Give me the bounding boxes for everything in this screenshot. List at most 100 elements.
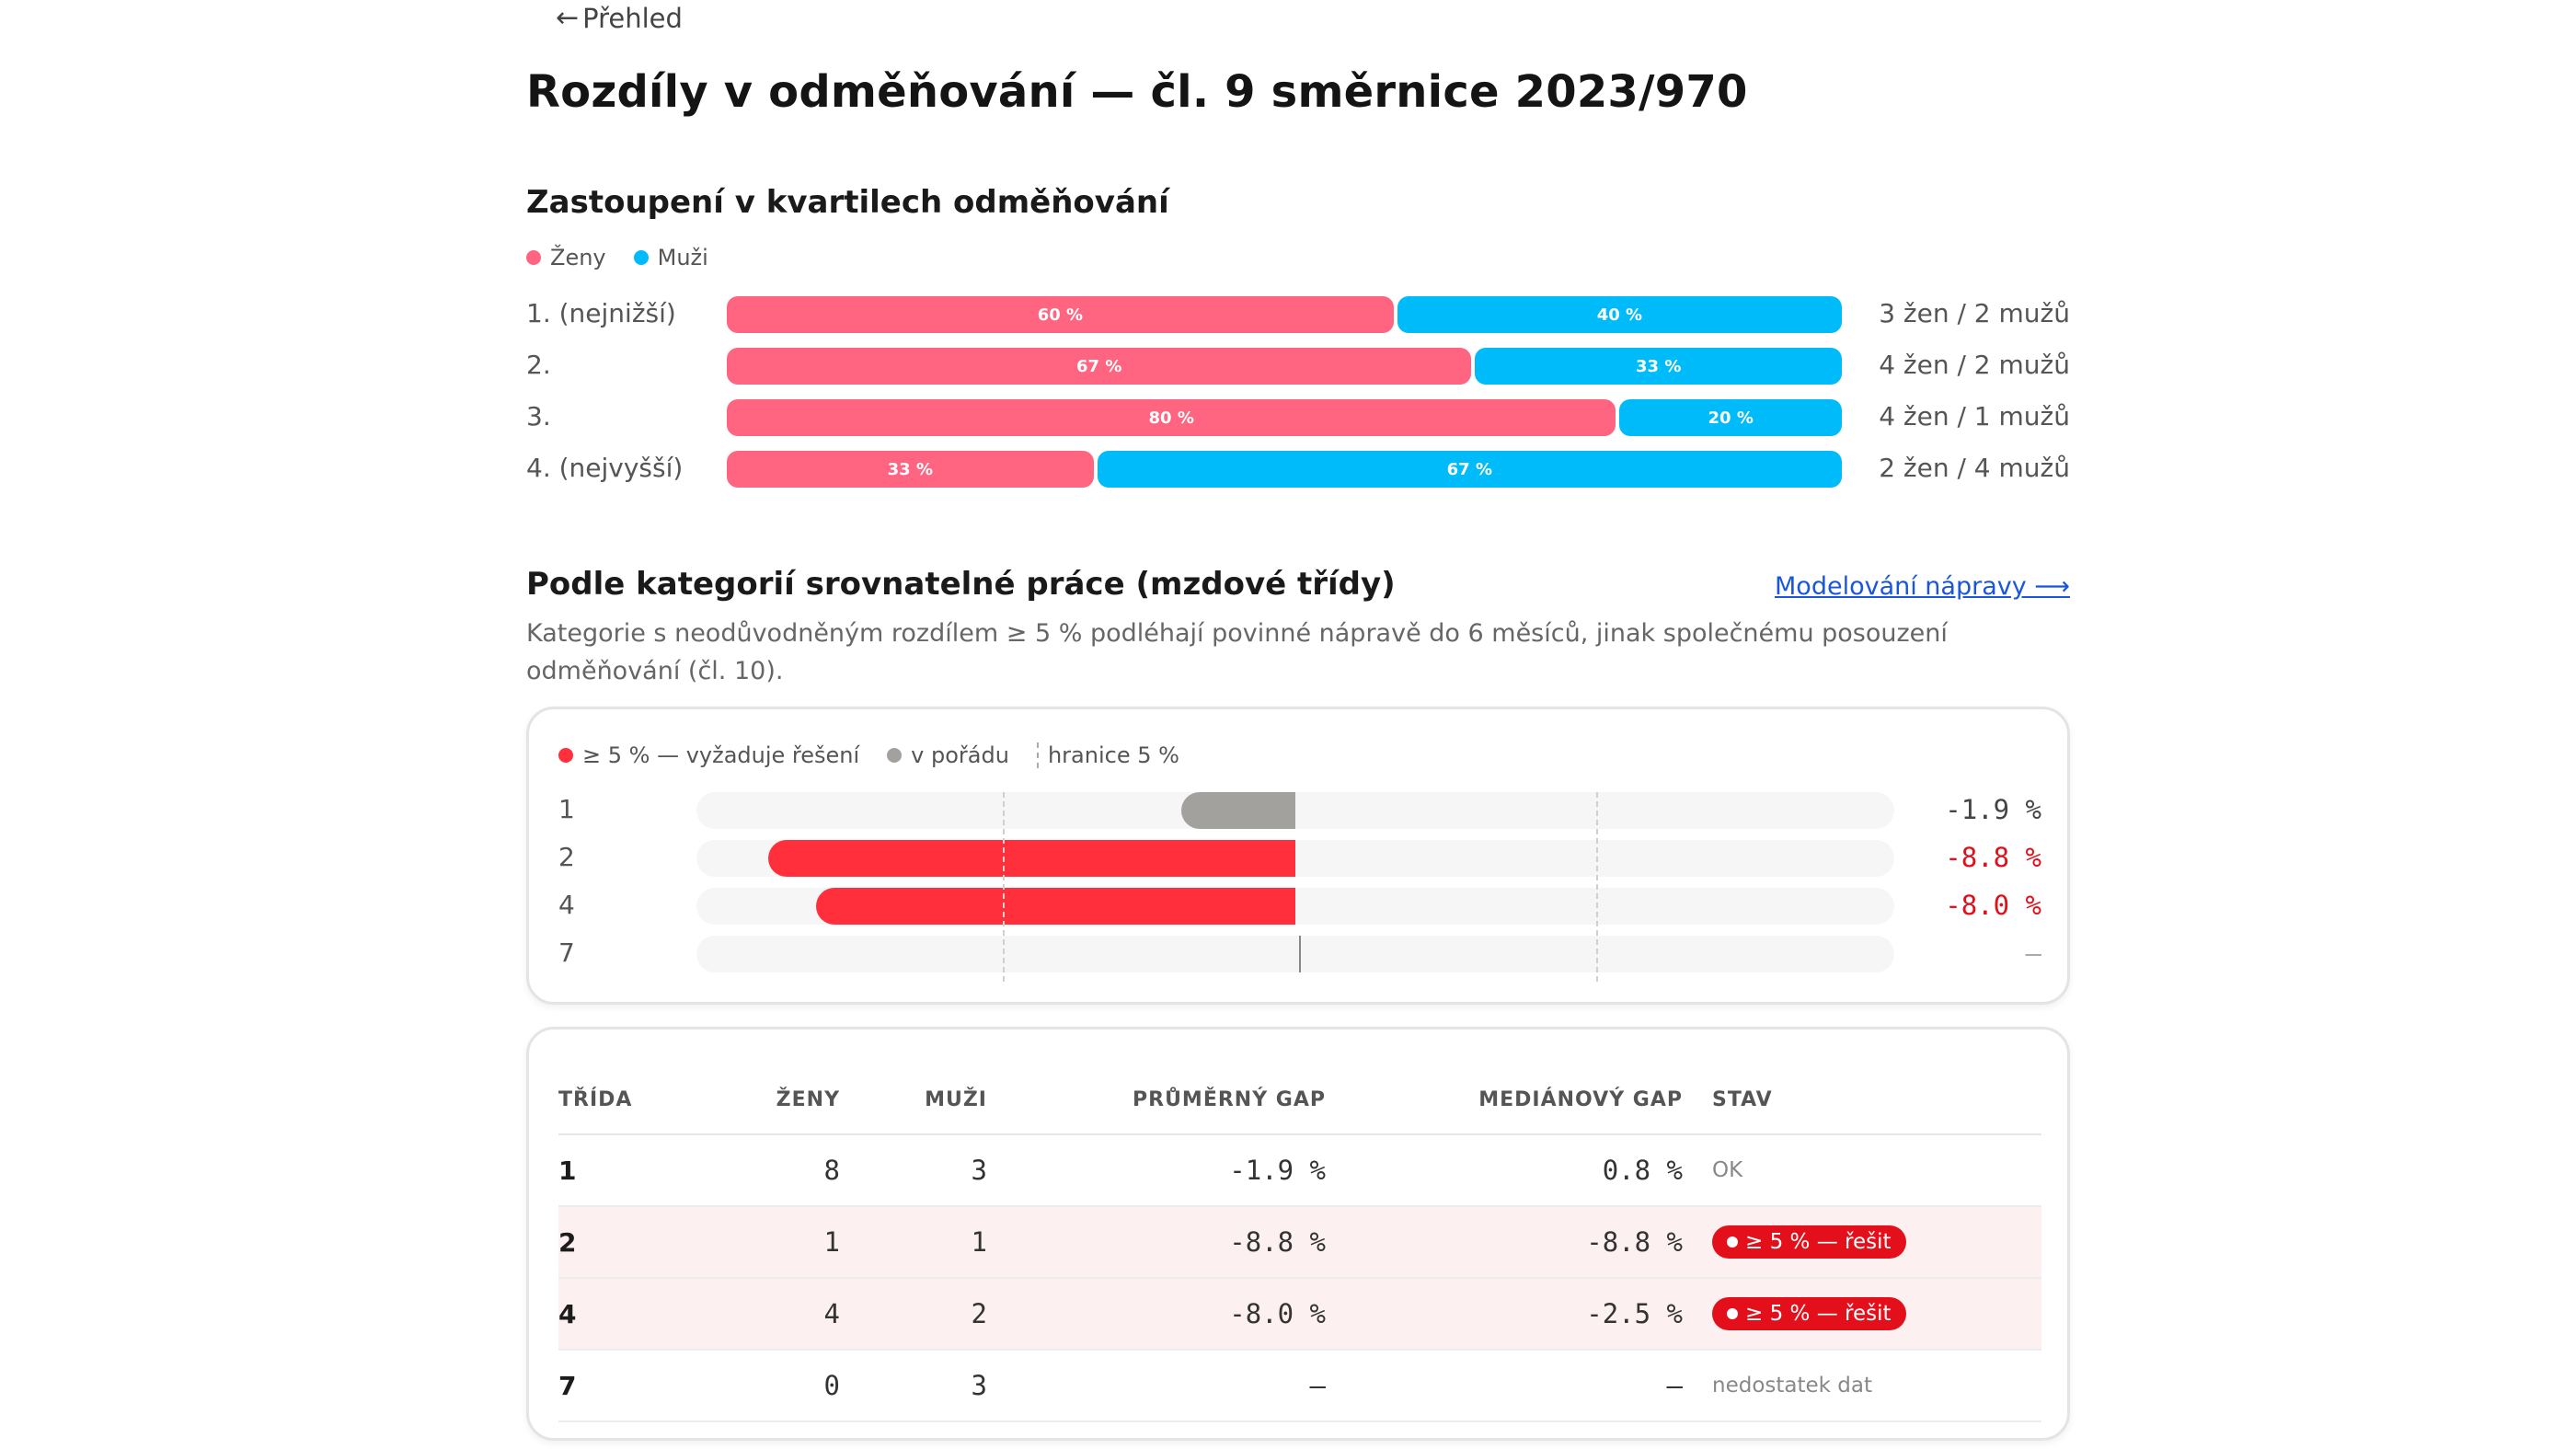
cell-men: 1 xyxy=(840,1206,987,1279)
quartile-row: 2. 67 % 33 % 4 žen / 2 mužů xyxy=(526,348,2070,385)
grey-dot-icon xyxy=(887,748,903,763)
quartile-count: 2 žen / 4 mužů xyxy=(1879,453,2070,483)
legend-over-label: ≥ 5 % — vyžaduje řešení xyxy=(582,742,860,768)
table-header-row: TŘÍDA ŽENY MUŽI PRŮMĚRNÝ GAP MEDIÁNOVÝ G… xyxy=(558,1066,2041,1135)
legend-ok: v pořádu xyxy=(887,742,1009,768)
col-median-gap: MEDIÁNOVÝ GAP xyxy=(1326,1066,1683,1135)
cell-women: 8 xyxy=(687,1134,840,1207)
gap-bar xyxy=(1181,792,1295,829)
legend-women-label: Ženy xyxy=(550,245,606,270)
quartile-count: 3 žen / 2 mužů xyxy=(1879,298,2070,328)
gap-table: TŘÍDA ŽENY MUŽI PRŮMĚRNÝ GAP MEDIÁNOVÝ G… xyxy=(558,1066,2041,1422)
quartile-row: 3. 80 % 20 % 4 žen / 1 mužů xyxy=(526,399,2070,436)
gap-value: — xyxy=(2025,937,2041,969)
gap-category: 1 xyxy=(558,794,575,824)
quartile-label: 1. (nejnižší) xyxy=(526,298,676,328)
gap-row: 1 -1.9 % xyxy=(558,792,2041,829)
cell-status: OK xyxy=(1683,1134,2041,1207)
legend-threshold-label: hranice 5 % xyxy=(1047,742,1179,768)
table-row: 4 4 2 -8.0 % -2.5 % ≥ 5 % — řešit xyxy=(558,1278,2041,1351)
legend-over: ≥ 5 % — vyžaduje řešení xyxy=(558,742,859,768)
table-row: 7 0 3 — — nedostatek dat xyxy=(558,1350,2041,1422)
back-link-label: Přehled xyxy=(582,2,683,34)
status-badge: ≥ 5 % — řešit xyxy=(1712,1297,1906,1330)
status-badge-label: ≥ 5 % — řešit xyxy=(1745,1230,1892,1254)
gap-category: 7 xyxy=(558,937,575,968)
women-segment: 67 % xyxy=(727,348,1472,385)
quartile-bar: 80 % 20 % xyxy=(727,399,1842,436)
gap-value: -8.8 % xyxy=(1945,842,2041,873)
threshold-line-positive xyxy=(1596,792,1598,982)
cell-class: 2 xyxy=(558,1206,687,1279)
cell-men: 2 xyxy=(840,1278,987,1351)
gap-value: -8.0 % xyxy=(1945,890,2041,921)
gap-track xyxy=(696,888,1894,925)
cell-mean-gap: -8.8 % xyxy=(987,1206,1326,1279)
quartile-label: 4. (nejvyšší) xyxy=(526,453,684,483)
women-dot-icon xyxy=(526,250,541,265)
dashed-line-icon xyxy=(1036,742,1039,768)
legend-threshold: hranice 5 % xyxy=(1036,742,1179,768)
col-class: TŘÍDA xyxy=(558,1066,687,1135)
remediation-modeling-link[interactable]: Modelování nápravy ⟶ xyxy=(1775,572,2070,601)
cell-mean-gap: -8.0 % xyxy=(987,1278,1326,1351)
quartile-label: 3. xyxy=(526,401,551,431)
men-dot-icon xyxy=(633,250,649,265)
gap-track xyxy=(696,792,1894,829)
gap-track xyxy=(696,936,1894,972)
cell-status: nedostatek dat xyxy=(1683,1350,2041,1422)
status-badge: ≥ 5 % — řešit xyxy=(1712,1225,1906,1259)
arrow-left-icon: ← xyxy=(556,2,580,34)
col-status: STAV xyxy=(1683,1066,2041,1135)
col-women: ŽENY xyxy=(687,1066,840,1135)
cell-women: 4 xyxy=(687,1278,840,1351)
page-title: Rozdíly v odměňování — čl. 9 směrnice 20… xyxy=(526,66,1748,118)
cell-status: ≥ 5 % — řešit xyxy=(1683,1206,2041,1279)
gap-chart-card: ≥ 5 % — vyžaduje řešení v pořádu hranice… xyxy=(526,707,2070,1005)
quartiles-heading: Zastoupení v kvartilech odměňování xyxy=(526,184,1169,221)
legend-ok-label: v pořádu xyxy=(911,742,1009,768)
back-link[interactable]: ← Přehled xyxy=(556,2,683,34)
zero-line xyxy=(1299,936,1301,972)
cell-class: 7 xyxy=(558,1350,687,1422)
red-dot-icon xyxy=(558,748,573,763)
gap-value: -1.9 % xyxy=(1945,794,2041,825)
legend-men-label: Muži xyxy=(657,245,708,270)
cell-men: 3 xyxy=(840,1350,987,1422)
men-segment: 40 % xyxy=(1397,296,1842,333)
gap-table-card: TŘÍDA ŽENY MUŽI PRŮMĚRNÝ GAP MEDIÁNOVÝ G… xyxy=(526,1027,2070,1441)
men-segment: 20 % xyxy=(1619,399,1842,436)
quartile-count: 4 žen / 2 mužů xyxy=(1879,350,2070,380)
cell-class: 4 xyxy=(558,1278,687,1351)
categories-heading: Podle kategorií srovnatelné práce (mzdov… xyxy=(526,566,1396,603)
cell-men: 3 xyxy=(840,1134,987,1207)
alert-dot-icon xyxy=(1727,1308,1738,1319)
gap-track xyxy=(696,840,1894,877)
men-segment: 67 % xyxy=(1097,451,1842,488)
legend-men: Muži xyxy=(633,245,708,270)
quartile-bar: 67 % 33 % xyxy=(727,348,1842,385)
table-row: 1 8 3 -1.9 % 0.8 % OK xyxy=(558,1134,2041,1207)
categories-description: Kategorie s neodůvodněným rozdílem ≥ 5 %… xyxy=(526,619,1948,685)
status-text: OK xyxy=(1712,1158,1743,1182)
cell-median-gap: — xyxy=(1326,1350,1683,1422)
cell-women: 1 xyxy=(687,1206,840,1279)
men-segment: 33 % xyxy=(1475,348,1842,385)
cell-women: 0 xyxy=(687,1350,840,1422)
cell-median-gap: -2.5 % xyxy=(1326,1278,1683,1351)
threshold-line-negative xyxy=(1003,792,1005,982)
women-segment: 80 % xyxy=(727,399,1616,436)
legend-women: Ženy xyxy=(526,245,606,270)
col-mean-gap: PRŮMĚRNÝ GAP xyxy=(987,1066,1326,1135)
women-segment: 33 % xyxy=(727,451,1094,488)
quartile-bar: 60 % 40 % xyxy=(727,296,1842,333)
cell-status: ≥ 5 % — řešit xyxy=(1683,1278,2041,1351)
cell-mean-gap: -1.9 % xyxy=(987,1134,1326,1207)
col-men: MUŽI xyxy=(840,1066,987,1135)
cell-median-gap: -8.8 % xyxy=(1326,1206,1683,1279)
cell-mean-gap: — xyxy=(987,1350,1326,1422)
alert-dot-icon xyxy=(1727,1236,1738,1248)
gap-category: 4 xyxy=(558,890,575,920)
status-badge-label: ≥ 5 % — řešit xyxy=(1745,1302,1892,1326)
quartile-label: 2. xyxy=(526,350,551,380)
